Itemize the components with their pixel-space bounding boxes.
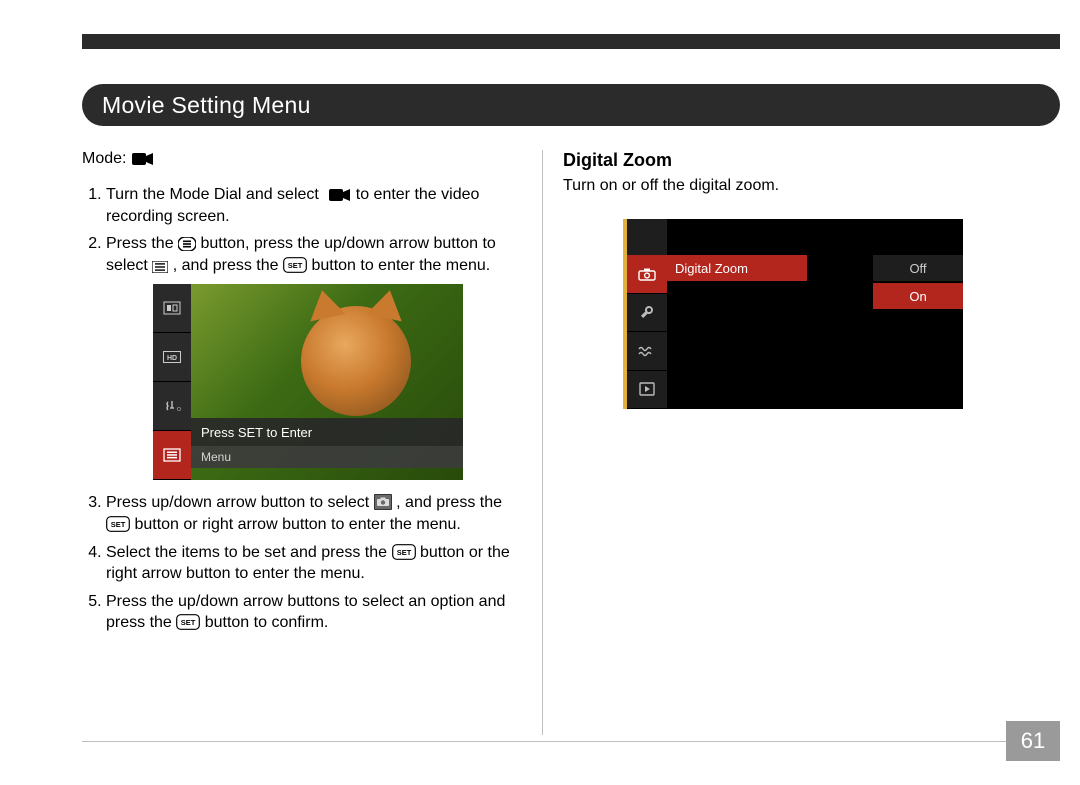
video-mode-icon	[329, 188, 351, 202]
header-bar	[82, 34, 1060, 49]
screenshot-sidebar: HD OFF	[153, 284, 191, 480]
section-title-bar: Movie Setting Menu	[82, 84, 1060, 126]
step-3: Press up/down arrow button to select , a…	[106, 492, 510, 535]
option-on: On	[873, 283, 963, 309]
vr-off-icon: OFF	[153, 382, 191, 431]
hd-icon: HD	[153, 333, 191, 382]
svg-text:OFF: OFF	[177, 407, 181, 413]
footer-divider	[82, 741, 1006, 742]
page-number: 61	[1006, 721, 1060, 761]
step-1: Turn the Mode Dial and select to enter t…	[106, 184, 510, 227]
spacer	[627, 219, 667, 255]
step-5: Press the up/down arrow buttons to selec…	[106, 591, 510, 634]
left-column: Mode: Turn the Mode Dial and select to e…	[82, 150, 542, 735]
screenshot-digital-zoom: Digital Zoom Off On	[623, 219, 963, 409]
step-4: Select the items to be set and press the…	[106, 542, 510, 585]
press-set-label: Press SET to Enter	[191, 418, 463, 446]
menu-icon-selected	[153, 431, 191, 480]
mode-line: Mode:	[82, 150, 510, 168]
waves-tab-icon	[627, 332, 667, 371]
digital-zoom-menu-label: Digital Zoom	[667, 255, 807, 281]
instruction-list: Turn the Mode Dial and select to enter t…	[82, 184, 510, 634]
screenshot-movie-menu: HD OFF Press SET to Enter Menu	[153, 284, 463, 480]
menu-button-icon	[178, 237, 196, 251]
option-off: Off	[873, 255, 963, 281]
digital-zoom-heading: Digital Zoom	[563, 150, 1060, 171]
section-title: Movie Setting Menu	[102, 92, 311, 119]
playback-tab-icon	[627, 371, 667, 410]
svg-text:HD: HD	[167, 355, 177, 362]
digital-zoom-body: Turn on or off the digital zoom.	[563, 177, 1060, 195]
step-2: Press the button, press the up/down arro…	[106, 233, 510, 276]
screenshot2-sidebar	[627, 219, 667, 409]
wrench-tab-icon	[627, 294, 667, 333]
camera-badge-icon	[374, 494, 392, 510]
svg-text:SET: SET	[396, 548, 411, 557]
set-button-icon: SET	[392, 544, 416, 560]
menu-list-icon	[152, 261, 168, 273]
set-button-icon: SET	[176, 614, 200, 630]
exposure-icon	[153, 284, 191, 333]
menu-label: Menu	[191, 446, 463, 468]
camera-tab-icon	[627, 255, 667, 294]
video-mode-icon	[132, 152, 154, 166]
content-columns: Mode: Turn the Mode Dial and select to e…	[82, 150, 1060, 735]
right-column: Digital Zoom Turn on or off the digital …	[542, 150, 1060, 735]
set-button-icon: SET	[283, 257, 307, 273]
set-button-icon: SET	[106, 516, 130, 532]
mode-label: Mode:	[82, 150, 126, 168]
svg-text:SET: SET	[288, 261, 303, 270]
svg-text:SET: SET	[181, 618, 196, 627]
manual-page: Movie Setting Menu Mode: Turn the Mode D…	[0, 0, 1080, 785]
svg-text:SET: SET	[111, 520, 126, 529]
cat-illustration	[301, 306, 411, 416]
